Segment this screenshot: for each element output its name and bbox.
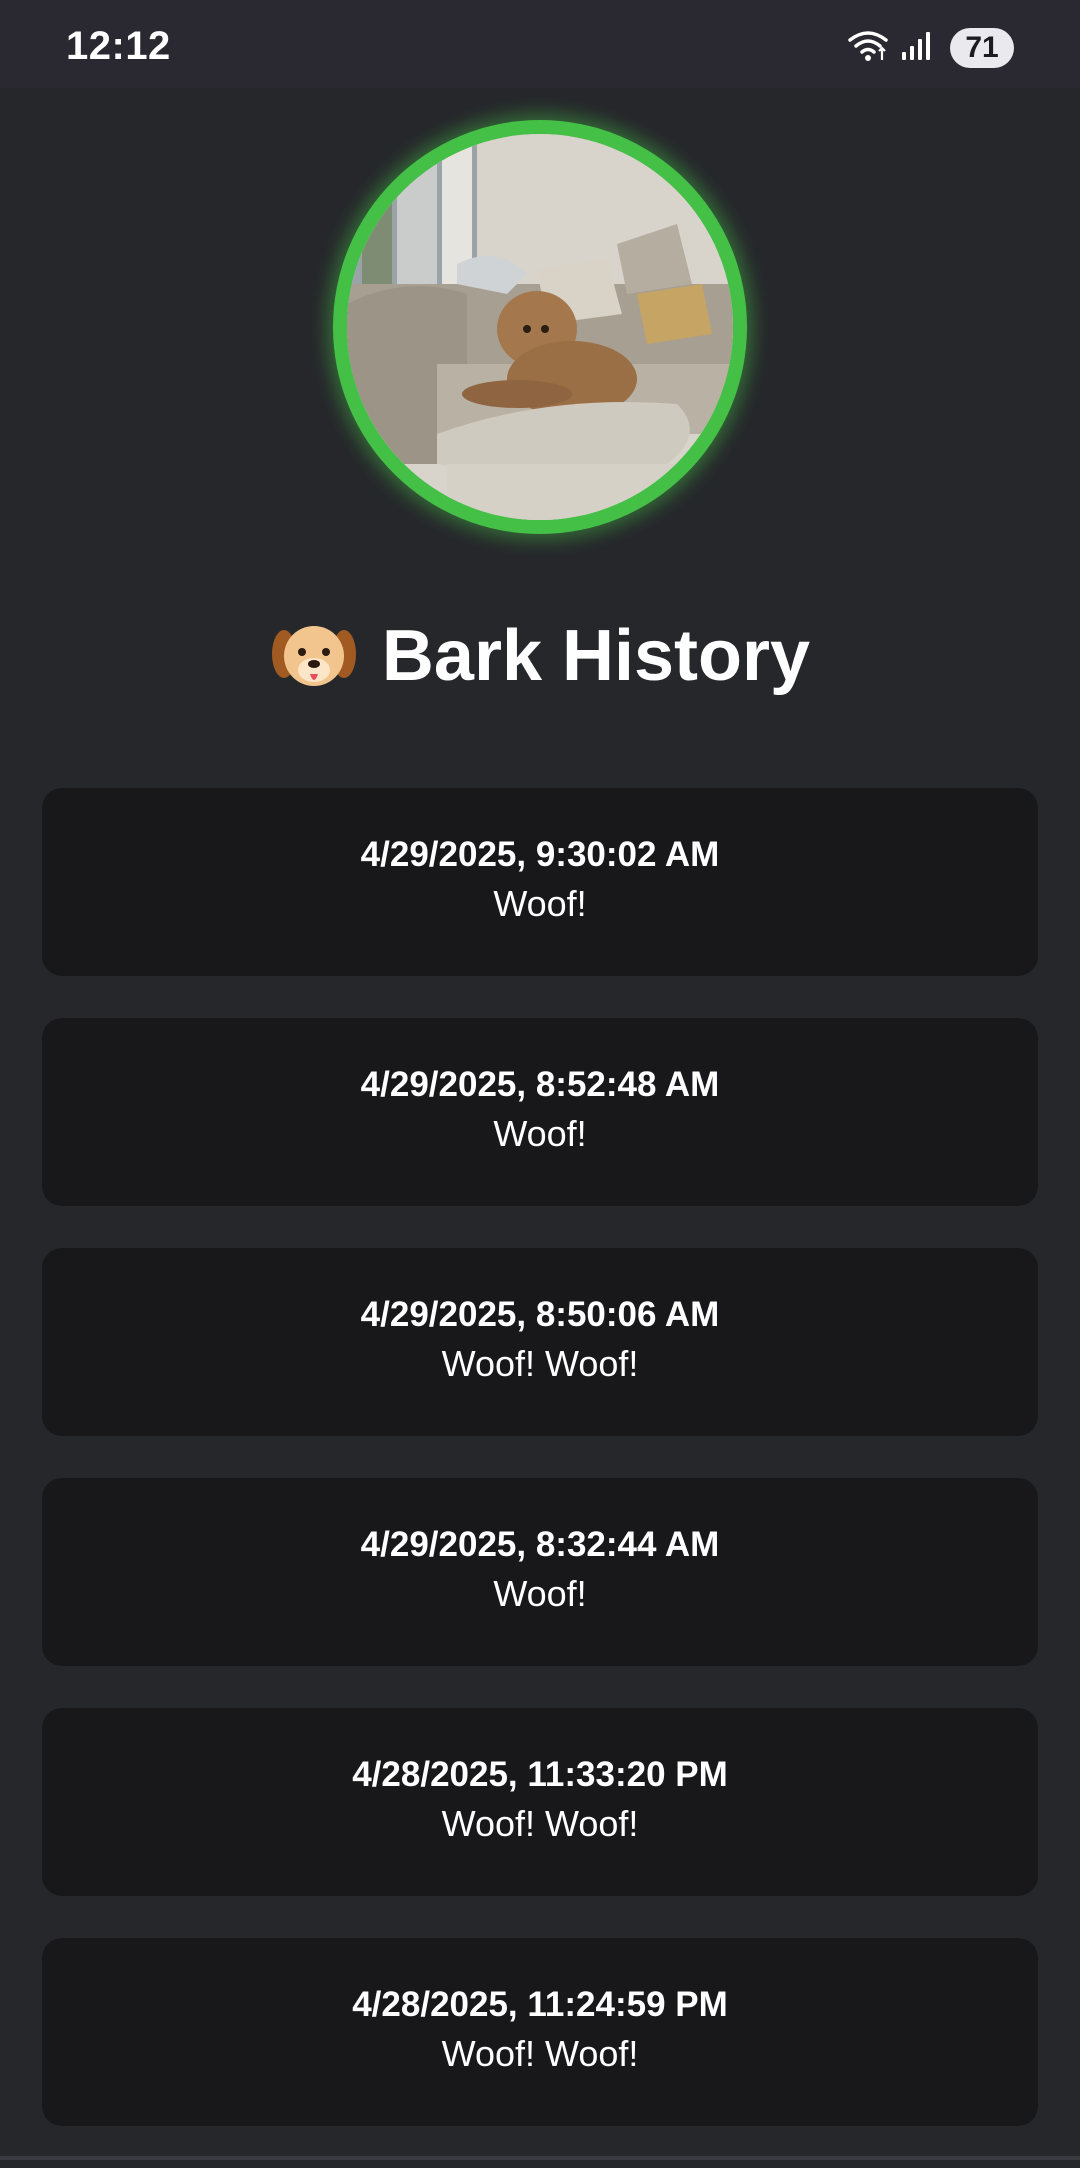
- bark-card[interactable]: 4/28/2025, 11:33:20 PM Woof! Woof!: [42, 1708, 1038, 1896]
- signal-icon: [900, 30, 934, 67]
- battery-icon: 71: [950, 28, 1014, 68]
- wifi-icon: [846, 28, 890, 69]
- status-icons: 71: [846, 26, 1014, 70]
- bark-timestamp: 4/29/2025, 8:52:48 AM: [360, 1065, 720, 1104]
- bark-timestamp: 4/29/2025, 9:30:02 AM: [360, 835, 720, 874]
- bark-card[interactable]: 4/29/2025, 9:30:02 AM Woof!: [42, 788, 1038, 976]
- page-title-row: Bark History: [0, 615, 1080, 697]
- bark-timestamp: 4/28/2025, 11:24:59 PM: [352, 1985, 728, 2024]
- bark-timestamp: 4/28/2025, 11:33:20 PM: [352, 1755, 728, 1794]
- dog-face-icon: [270, 620, 358, 692]
- page-title: Bark History: [381, 616, 811, 696]
- status-time: 12:12: [66, 24, 171, 68]
- bark-message: Woof!: [493, 883, 587, 924]
- bark-message: Woof!: [493, 1573, 587, 1614]
- bark-card[interactable]: 4/29/2025, 8:50:06 AM Woof! Woof!: [42, 1248, 1038, 1436]
- bark-card[interactable]: 4/28/2025, 11:24:59 PM Woof! Woof!: [42, 1938, 1038, 2126]
- profile-photo-ring: [333, 120, 747, 534]
- profile-photo: [347, 134, 733, 520]
- bark-message: Woof! Woof!: [441, 1343, 639, 1384]
- bark-timestamp: 4/29/2025, 8:32:44 AM: [360, 1525, 720, 1564]
- bark-message: Woof! Woof!: [441, 2033, 639, 2074]
- status-bar: 12:12 71: [0, 0, 1080, 88]
- gesture-bar-divider: [0, 2156, 1080, 2160]
- bark-timestamp: 4/29/2025, 8:50:06 AM: [360, 1295, 720, 1334]
- bark-card[interactable]: 4/29/2025, 8:52:48 AM Woof!: [42, 1018, 1038, 1206]
- bark-message: Woof! Woof!: [441, 1803, 639, 1844]
- bark-history-list: 4/29/2025, 9:30:02 AM Woof! 4/29/2025, 8…: [42, 788, 1038, 2168]
- bark-message: Woof!: [493, 1113, 587, 1154]
- bark-card[interactable]: 4/29/2025, 8:32:44 AM Woof!: [42, 1478, 1038, 1666]
